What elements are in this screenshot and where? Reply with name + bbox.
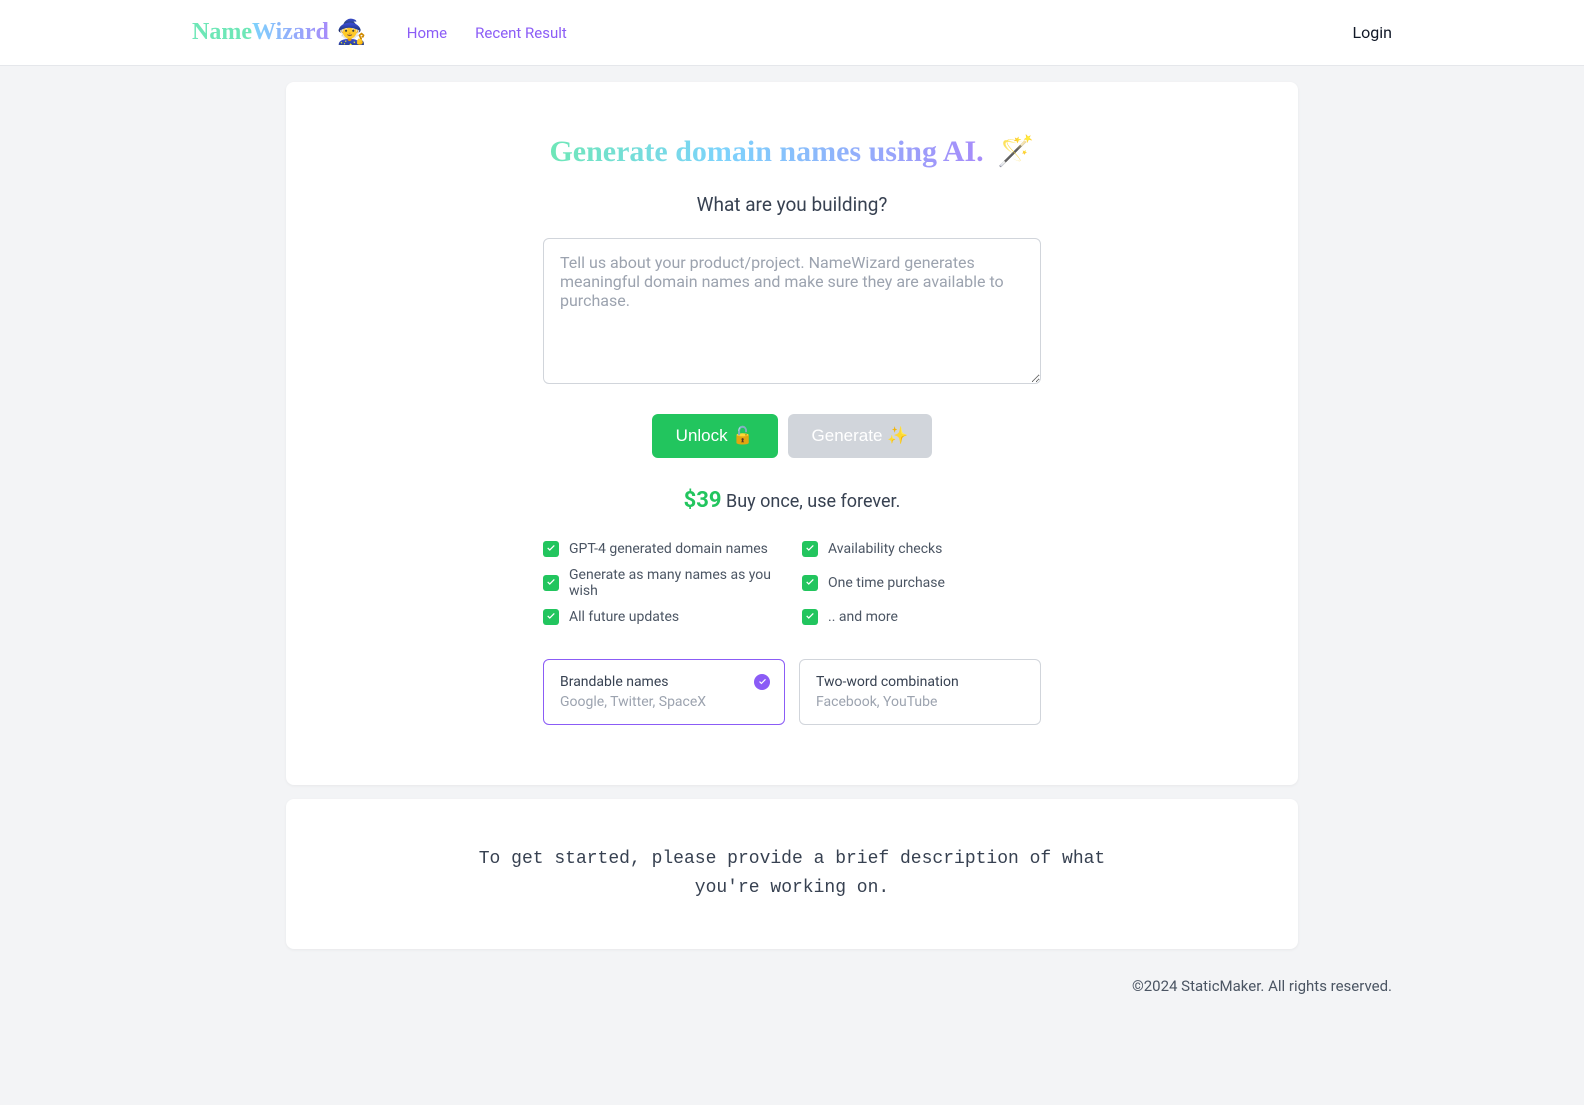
unlock-button[interactable]: Unlock 🔓 [652,414,778,458]
feature-label: GPT-4 generated domain names [569,541,768,557]
option-title: Brandable names [560,674,768,690]
copyright: ©2024 StaticMaker. All rights reserved. [1132,977,1392,995]
footer: ©2024 StaticMaker. All rights reserved. [152,949,1432,1023]
nav-home[interactable]: Home [407,24,447,42]
check-icon [802,541,818,557]
feature-item: Availability checks [802,541,1041,557]
check-icon [802,575,818,591]
feature-item: GPT-4 generated domain names [543,541,782,557]
nav-recent-result[interactable]: Recent Result [475,24,567,42]
option-subtitle: Google, Twitter, SpaceX [560,694,768,710]
feature-item: All future updates [543,609,782,625]
price-amount: $39 [684,488,722,513]
page-title: Generate domain names using AI. 🪄 [346,134,1238,169]
feature-label: One time purchase [828,575,945,591]
instructions-text: To get started, please provide a brief d… [472,845,1112,903]
feature-item: .. and more [802,609,1041,625]
option-two-word[interactable]: Two-word combination Facebook, YouTube [799,659,1041,725]
option-brandable[interactable]: Brandable names Google, Twitter, SpaceX [543,659,785,725]
feature-item: Generate as many names as you wish [543,567,782,599]
feature-label: Availability checks [828,541,942,557]
feature-label: All future updates [569,609,679,625]
description-input[interactable] [543,238,1041,384]
subtitle: What are you building? [346,193,1238,216]
feature-label: Generate as many names as you wish [569,567,782,599]
option-subtitle: Facebook, YouTube [816,694,1024,710]
logo-text: NameWizard [192,19,329,46]
check-icon [543,609,559,625]
header: NameWizard 🧙 Home Recent Result Login [0,0,1584,66]
check-icon [543,575,559,591]
features-list: GPT-4 generated domain names Availabilit… [543,541,1041,625]
instructions-card: To get started, please provide a brief d… [286,799,1298,949]
price-text: Buy once, use forever. [726,491,900,512]
generate-button[interactable]: Generate ✨ [788,414,933,458]
main-card: Generate domain names using AI. 🪄 What a… [286,82,1298,785]
feature-label: .. and more [828,609,898,625]
selected-check-icon [754,674,770,690]
wand-icon: 🪄 [997,134,1034,169]
feature-item: One time purchase [802,567,1041,599]
logo-link[interactable]: NameWizard 🧙 [192,18,367,47]
option-title: Two-word combination [816,674,1024,690]
pricing-line: $39 Buy once, use forever. [346,488,1238,513]
check-icon [543,541,559,557]
name-type-options: Brandable names Google, Twitter, SpaceX … [543,659,1041,725]
nav: Home Recent Result [407,24,567,42]
check-icon [802,609,818,625]
wizard-icon: 🧙 [337,18,367,47]
login-link[interactable]: Login [1353,23,1392,42]
